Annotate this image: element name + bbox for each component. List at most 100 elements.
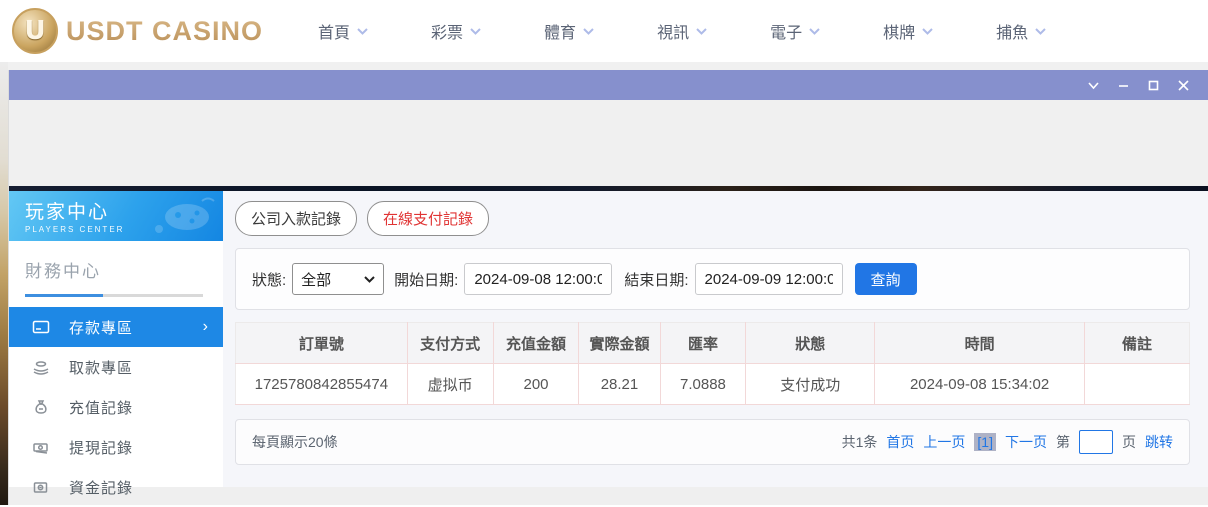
cell-recharge-amount: 200 xyxy=(492,363,579,405)
sidebar-item-recharge-records[interactable]: 充值記錄 xyxy=(9,387,223,427)
sidebar-item-withdrawal-records[interactable]: 提現記錄 xyxy=(9,427,223,467)
start-date-input[interactable] xyxy=(464,263,613,295)
section-underline xyxy=(25,294,207,297)
sidebar-item-label: 資金記錄 xyxy=(69,479,134,497)
usdt-coin-logo-icon: U xyxy=(12,8,58,54)
col-status: 狀態 xyxy=(745,322,875,364)
window-minimize-button[interactable] xyxy=(1108,70,1138,100)
chevron-down-icon xyxy=(364,275,375,283)
cell-payment-method: 虚拟币 xyxy=(406,363,494,405)
sidebar-item-label: 存款專區 xyxy=(69,319,134,337)
chevron-down-icon xyxy=(583,27,594,35)
status-label: 狀態: xyxy=(252,271,287,289)
col-time: 時間 xyxy=(874,322,1085,364)
window-empty-area xyxy=(9,100,1208,186)
window-content: 玩家中心 PLAYERS CENTER 財務中心 存款專區 › 取款專區 充值記… xyxy=(9,191,1208,497)
window-collapse-button[interactable] xyxy=(1078,70,1108,100)
background-image-strip xyxy=(0,62,8,505)
chevron-down-icon xyxy=(470,27,481,35)
nav-label: 視訊 xyxy=(657,25,690,42)
status-select[interactable]: 全部 xyxy=(292,263,385,295)
pagination-bar: 每頁顯示20條 共1条 首页 上一页 [1] 下一页 第 页 跳转 xyxy=(235,419,1190,465)
player-center-window: 玩家中心 PLAYERS CENTER 財務中心 存款專區 › 取款專區 充值記… xyxy=(8,70,1208,505)
cell-exchange-rate: 7.0888 xyxy=(659,363,746,405)
chevron-down-icon xyxy=(357,27,368,35)
col-actual-amount: 實際金額 xyxy=(578,322,661,364)
sidebar-section: 財務中心 xyxy=(9,241,223,297)
logo-letter: U xyxy=(24,16,46,46)
col-exchange-rate: 匯率 xyxy=(659,322,746,364)
chevron-down-icon xyxy=(1035,27,1046,35)
tab-company-deposit-records[interactable]: 公司入款記錄 xyxy=(235,201,358,236)
current-page-indicator: [1] xyxy=(974,433,996,451)
chevron-right-icon: › xyxy=(202,318,209,335)
table-header-row: 訂單號 支付方式 充值金額 實際金額 匯率 狀態 時間 備註 xyxy=(235,322,1190,364)
nav-item-board-games[interactable]: 棋牌 xyxy=(883,19,933,43)
total-count-text: 共1条 xyxy=(841,434,878,450)
pager-controls: 共1条 首页 上一页 [1] 下一页 第 页 跳转 xyxy=(842,430,1173,454)
page-jump-input[interactable] xyxy=(1079,430,1113,454)
status-select-value: 全部 xyxy=(301,271,332,289)
nav-label: 首頁 xyxy=(318,25,351,42)
main-menu: 首頁 彩票 體育 視訊 電子 棋牌 捕魚 xyxy=(318,19,1109,43)
funds-bag-icon xyxy=(31,477,51,497)
jump-link[interactable]: 跳转 xyxy=(1145,432,1173,452)
payment-records-table: 訂單號 支付方式 充值金額 實際金額 匯率 狀態 時間 備註 172578084 xyxy=(235,322,1190,405)
brand-name: USDT CASINO xyxy=(66,15,264,46)
tab-online-payment-records[interactable]: 在線支付記錄 xyxy=(367,201,490,236)
cell-remark xyxy=(1084,363,1190,405)
cell-status: 支付成功 xyxy=(745,363,875,405)
sidebar-header: 玩家中心 PLAYERS CENTER xyxy=(9,191,223,241)
chevron-down-icon xyxy=(922,27,933,35)
minimize-icon xyxy=(1118,84,1128,87)
filter-bar: 狀態: 全部 開始日期: 結束日期: 查詢 xyxy=(235,248,1190,310)
top-navbar: U USDT CASINO 首頁 彩票 體育 視訊 電子 棋牌 捕魚 xyxy=(0,0,1208,62)
sidebar-item-label: 取款專區 xyxy=(69,359,134,377)
jump-prefix-text: 第 xyxy=(1056,434,1070,450)
nav-label: 電子 xyxy=(770,25,803,42)
sidebar-item-deposit-zone[interactable]: 存款專區 › xyxy=(9,307,223,347)
close-icon xyxy=(1177,79,1189,91)
page-backdrop: 玩家中心 PLAYERS CENTER 財務中心 存款專區 › 取款專區 充值記… xyxy=(0,62,1208,505)
nav-item-lottery[interactable]: 彩票 xyxy=(431,19,481,43)
col-payment-method: 支付方式 xyxy=(406,322,494,364)
nav-item-live-video[interactable]: 視訊 xyxy=(657,19,707,43)
hand-money-icon xyxy=(31,357,51,377)
sidebar-section-title: 財務中心 xyxy=(25,262,101,281)
window-close-button[interactable] xyxy=(1168,70,1198,100)
start-date-label: 開始日期: xyxy=(394,271,459,289)
cell-time: 2024-09-08 15:34:02 xyxy=(874,363,1085,405)
gamepad-icon xyxy=(155,197,215,233)
sidebar-menu: 存款專區 › 取款專區 充值記錄 提現記錄 資金記錄 xyxy=(9,307,223,507)
cell-actual-amount: 28.21 xyxy=(578,363,661,405)
nav-label: 捕魚 xyxy=(996,25,1029,42)
sidebar-item-funds-records[interactable]: 資金記錄 xyxy=(9,467,223,507)
col-recharge-amount: 充值金額 xyxy=(492,322,579,364)
query-button[interactable]: 查詢 xyxy=(854,263,917,295)
sidebar-item-withdraw-zone[interactable]: 取款專區 xyxy=(9,347,223,387)
first-page-link[interactable]: 首页 xyxy=(886,432,914,452)
nav-label: 彩票 xyxy=(431,25,464,42)
end-date-input[interactable] xyxy=(694,263,843,295)
sidebar: 玩家中心 PLAYERS CENTER 財務中心 存款專區 › 取款專區 充值記… xyxy=(9,191,223,497)
next-page-link[interactable]: 下一页 xyxy=(1005,432,1047,452)
page-size-text: 每頁顯示20條 xyxy=(252,434,338,450)
nav-item-slots[interactable]: 電子 xyxy=(770,19,820,43)
sidebar-item-label: 提現記錄 xyxy=(69,439,134,457)
nav-item-home[interactable]: 首頁 xyxy=(318,19,368,43)
window-titlebar xyxy=(9,70,1208,100)
end-date-label: 結束日期: xyxy=(624,271,689,289)
sidebar-item-label: 充值記錄 xyxy=(69,399,134,417)
record-tabs: 公司入款記錄 在線支付記錄 xyxy=(235,201,1190,236)
banknote-icon xyxy=(31,437,51,457)
nav-item-sports[interactable]: 體育 xyxy=(544,19,594,43)
nav-label: 棋牌 xyxy=(883,25,916,42)
cell-order-number: 1725780842855474 xyxy=(235,363,408,405)
prev-page-link[interactable]: 上一页 xyxy=(923,432,965,452)
brand-logo[interactable]: U USDT CASINO xyxy=(12,8,263,54)
window-maximize-button[interactable] xyxy=(1138,70,1168,100)
chevron-down-icon xyxy=(809,27,820,35)
chevron-down-icon xyxy=(696,27,707,35)
nav-item-fishing[interactable]: 捕魚 xyxy=(996,19,1046,43)
jump-suffix-text: 页 xyxy=(1122,434,1136,450)
